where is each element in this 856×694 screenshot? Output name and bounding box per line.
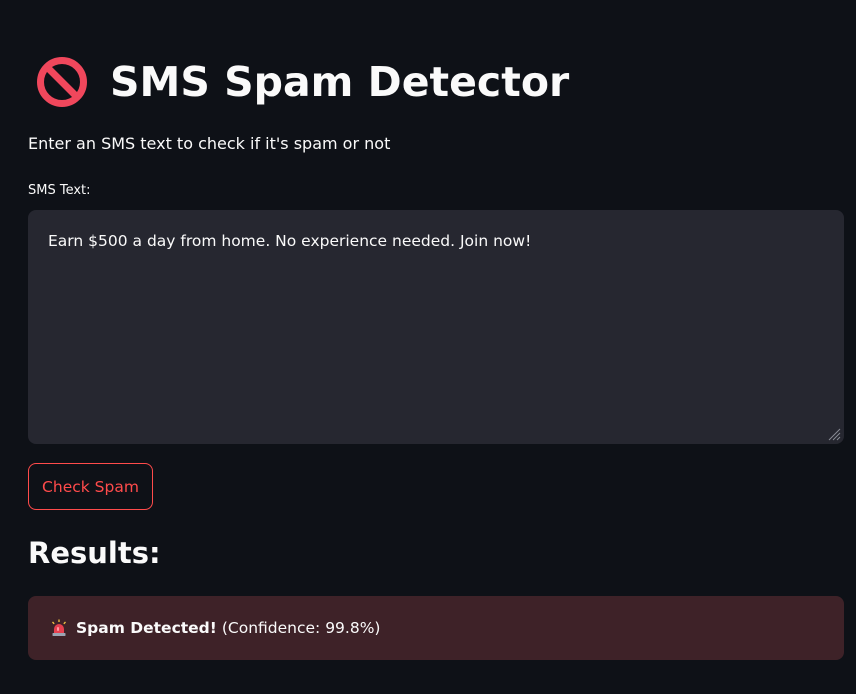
app-page: SMS Spam Detector Enter an SMS text to c… [0, 0, 856, 694]
siren-icon [52, 619, 66, 636]
spam-alert: Spam Detected! (Confidence: 99.8%) [28, 596, 844, 660]
no-entry-icon [37, 57, 87, 107]
results-heading: Results: [28, 536, 161, 570]
title-row: SMS Spam Detector [36, 52, 569, 112]
page-subtitle: Enter an SMS text to check if it's spam … [28, 134, 391, 153]
resize-handle-icon[interactable] [827, 427, 841, 441]
page-title: SMS Spam Detector [110, 58, 570, 106]
sms-text-label: SMS Text: [28, 183, 91, 198]
alert-title: Spam Detected! [76, 619, 217, 637]
sms-text-input[interactable]: Earn $500 a day from home. No experience… [28, 210, 844, 444]
check-spam-button[interactable]: Check Spam [28, 463, 153, 510]
alert-confidence: (Confidence: 99.8%) [221, 619, 381, 637]
